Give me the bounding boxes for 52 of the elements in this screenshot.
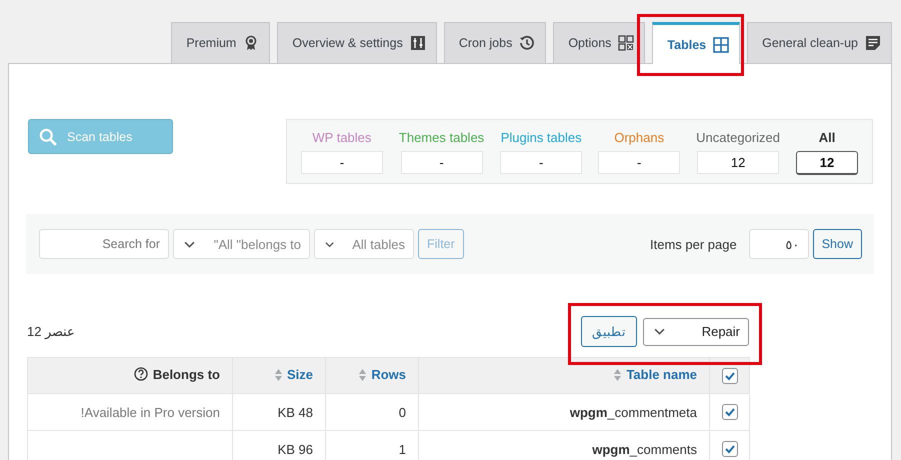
category-count[interactable]: - (300, 151, 383, 174)
sort-icon (359, 368, 366, 381)
category-count[interactable]: 12 (697, 151, 780, 174)
column-header[interactable]: Table name (614, 367, 697, 382)
table-cell: 0 (398, 404, 406, 420)
chevron-down-icon (184, 240, 195, 248)
qr-code-icon (618, 35, 634, 51)
sort-icon (274, 368, 282, 381)
chevron-down-icon (325, 240, 334, 248)
belongs-to-select[interactable]: "All "belongs to (173, 229, 310, 259)
search-icon (39, 128, 57, 146)
table-cell: 1 (398, 442, 406, 456)
tab[interactable]: Overview & settings (277, 22, 437, 63)
column-header[interactable]: Size (274, 367, 313, 382)
tab[interactable]: Tables (652, 22, 740, 64)
chevron-down-icon (654, 328, 665, 335)
apply-button[interactable]: تطبيق (581, 316, 637, 347)
tab[interactable]: Cron jobs (444, 22, 546, 63)
checkbox[interactable] (722, 404, 738, 420)
category-count[interactable]: - (500, 151, 582, 174)
table-cell: wpgm_comments (592, 442, 697, 456)
item-count: 12 عنصر (27, 324, 76, 339)
table-cell: KB 48 (278, 404, 313, 420)
checkbox[interactable] (722, 368, 738, 384)
search-field[interactable]: Search for (39, 229, 169, 259)
sliders-icon (410, 35, 426, 51)
show-button[interactable]: Show (812, 229, 862, 259)
table-cell: KB 96 (278, 442, 313, 456)
checkmark-icon (724, 406, 736, 418)
table-cell: !Available in Pro version (80, 404, 220, 420)
tables-select[interactable]: All tables (314, 229, 414, 259)
tab[interactable]: Premium (171, 22, 270, 63)
clock-icon (519, 35, 536, 51)
document-icon (865, 35, 881, 51)
tab[interactable]: Options (553, 22, 646, 63)
category-label[interactable]: All (818, 130, 836, 145)
table-icon (713, 36, 730, 52)
help-icon (134, 367, 148, 382)
items-per-page-label: Items per page (650, 236, 737, 252)
checkbox[interactable] (722, 441, 738, 458)
category-count[interactable]: 12 (796, 151, 858, 175)
tab[interactable]: General clean-up (747, 22, 892, 63)
sort-icon (614, 368, 622, 381)
table-cell: wpgm_commentmeta (570, 404, 697, 420)
items-per-page-field[interactable]: ٥٠ (748, 229, 809, 259)
category-label[interactable]: Uncategorized (696, 130, 780, 145)
bulk-action-select[interactable]: Repair (643, 318, 749, 346)
category-count[interactable]: - (598, 151, 680, 174)
checkmark-icon (724, 443, 736, 456)
checkmark-icon (724, 370, 736, 382)
category-count[interactable]: - (400, 151, 483, 174)
column-header[interactable]: Belongs to (134, 366, 220, 382)
